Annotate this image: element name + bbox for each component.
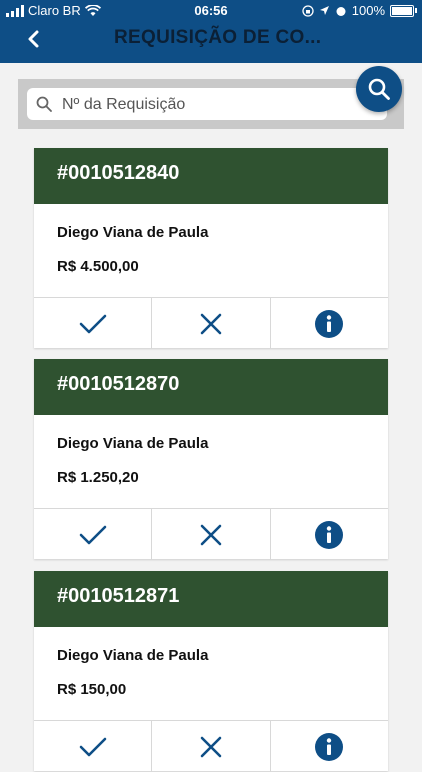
battery-icon [390,4,417,17]
chevron-left-icon [28,30,39,48]
approve-button[interactable] [34,509,153,560]
card-header: #0010512871 [34,571,388,627]
requisition-number: #0010512840 [57,162,180,184]
status-bar: Claro BR 06:56 100% [0,0,422,22]
details-button[interactable] [271,298,388,349]
card-actions [34,720,388,772]
close-icon [199,523,223,547]
reject-button[interactable] [152,509,271,560]
info-icon [314,309,344,339]
card-actions [34,297,388,349]
details-button[interactable] [271,509,388,560]
info-icon [314,520,344,550]
back-button[interactable] [22,26,50,54]
alarm-icon [336,6,346,16]
details-button[interactable] [271,721,388,772]
app-header: Claro BR 06:56 100% REQUISIÇÃO DE CO... [0,0,422,63]
check-icon [78,311,108,337]
requisition-amount: R$ 4.500,00 [57,258,139,275]
location-icon [319,6,329,15]
approve-button[interactable] [34,298,153,349]
approve-button[interactable] [34,721,153,772]
battery-percent: 100% [351,3,385,18]
card-actions [34,508,388,560]
requisition-amount: R$ 150,00 [57,681,127,698]
requester-name: Diego Viana de Paula [57,647,209,664]
requisition-number: #0010512870 [57,373,180,395]
lock-rotation-icon [302,4,314,17]
search-field[interactable] [27,88,387,120]
close-icon [199,312,223,336]
requisition-number: #0010512871 [57,585,180,607]
search-icon [368,78,390,100]
requisition-card[interactable]: #0010512871 Diego Viana de Paula R$ 150,… [34,571,388,772]
search-button[interactable] [356,66,402,112]
requisition-amount: R$ 1.250,20 [57,469,139,486]
search-input[interactable] [60,91,384,119]
check-icon [78,522,108,548]
requisition-card[interactable]: #0010512840 Diego Viana de Paula R$ 4.50… [34,148,388,349]
search-icon [36,96,52,112]
page-title: REQUISIÇÃO DE CO... [114,27,322,48]
requester-name: Diego Viana de Paula [57,224,209,241]
close-icon [199,735,223,759]
reject-button[interactable] [152,721,271,772]
info-icon [314,732,344,762]
check-icon [78,734,108,760]
reject-button[interactable] [152,298,271,349]
card-header: #0010512870 [34,359,388,415]
card-header: #0010512840 [34,148,388,204]
search-bar [18,79,404,129]
requisition-card[interactable]: #0010512870 Diego Viana de Paula R$ 1.25… [34,359,388,560]
requester-name: Diego Viana de Paula [57,435,209,452]
